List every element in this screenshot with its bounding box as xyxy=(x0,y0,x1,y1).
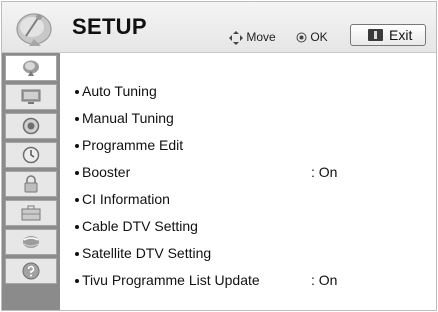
help-icon xyxy=(22,262,40,280)
sidebar-item-support[interactable] xyxy=(5,258,57,284)
bullet xyxy=(75,279,79,283)
bullet xyxy=(75,225,79,229)
globe-icon xyxy=(23,236,39,248)
menu-item-label: Satellite DTV Setting xyxy=(82,245,212,261)
menu-item-tivu-programme-list-update[interactable]: Tivu Programme List Update : On xyxy=(60,268,400,292)
menu-item-booster[interactable]: Booster : On xyxy=(60,160,400,184)
menu-item-value: : On xyxy=(311,164,338,180)
satellite-dish-icon xyxy=(16,13,52,46)
menu-item-label: CI Information xyxy=(82,191,170,207)
bullet xyxy=(75,198,79,202)
menu-item-label: Cable DTV Setting xyxy=(82,218,198,234)
dpad-arrows-icon xyxy=(229,30,243,45)
bullet xyxy=(75,90,79,94)
menu-item-label: Manual Tuning xyxy=(82,110,174,126)
menu-item-label: Tivu Programme List Update xyxy=(82,272,260,288)
sidebar-item-time[interactable] xyxy=(5,142,57,168)
briefcase-icon xyxy=(21,205,41,221)
sidebar-item-picture[interactable] xyxy=(5,84,57,110)
satellite-dish-icon xyxy=(23,60,39,76)
ok-hint: OK xyxy=(296,30,328,44)
bullet xyxy=(75,252,79,256)
move-hint-label: Move xyxy=(246,30,276,44)
lock-icon xyxy=(24,175,38,193)
setup-options-list: Auto Tuning Manual Tuning Programme Edit… xyxy=(60,53,436,310)
setup-menu-window: SETUP Move OK Exit Auto Tuning Manual Tu… xyxy=(1,1,437,311)
move-hint: Move xyxy=(229,30,276,45)
bullet xyxy=(75,144,79,148)
exit-button[interactable]: Exit xyxy=(350,24,426,46)
sidebar-item-option[interactable] xyxy=(5,200,57,226)
menu-item-label: Booster xyxy=(82,164,131,180)
ok-button-icon xyxy=(296,32,307,43)
menu-item-satellite-dtv-setting[interactable]: Satellite DTV Setting xyxy=(60,241,400,265)
sidebar-item-lock[interactable] xyxy=(5,171,57,197)
menu-item-label: Programme Edit xyxy=(82,137,184,153)
sidebar-item-setup[interactable] xyxy=(5,55,57,81)
menu-item-cable-dtv-setting[interactable]: Cable DTV Setting xyxy=(60,214,400,238)
page-title: SETUP xyxy=(72,14,147,39)
menu-item-auto-tuning[interactable]: Auto Tuning xyxy=(60,79,400,103)
category-sidebar xyxy=(2,53,60,310)
clock-icon xyxy=(22,146,40,164)
menu-header: SETUP Move OK Exit xyxy=(2,2,436,53)
monitor-icon xyxy=(21,89,41,104)
menu-item-programme-edit[interactable]: Programme Edit xyxy=(60,133,400,157)
bullet xyxy=(75,171,79,175)
speaker-icon xyxy=(22,117,40,135)
sidebar-item-audio[interactable] xyxy=(5,113,57,139)
menu-item-label: Auto Tuning xyxy=(82,83,157,99)
exit-button-label: Exit xyxy=(389,27,413,43)
sidebar-item-network[interactable] xyxy=(5,229,57,255)
menu-item-value: : On xyxy=(311,272,338,288)
bullet xyxy=(75,117,79,121)
ok-hint-label: OK xyxy=(310,30,328,44)
exit-key-icon xyxy=(368,29,383,41)
menu-item-manual-tuning[interactable]: Manual Tuning xyxy=(60,106,400,130)
menu-item-ci-information[interactable]: CI Information xyxy=(60,187,400,211)
